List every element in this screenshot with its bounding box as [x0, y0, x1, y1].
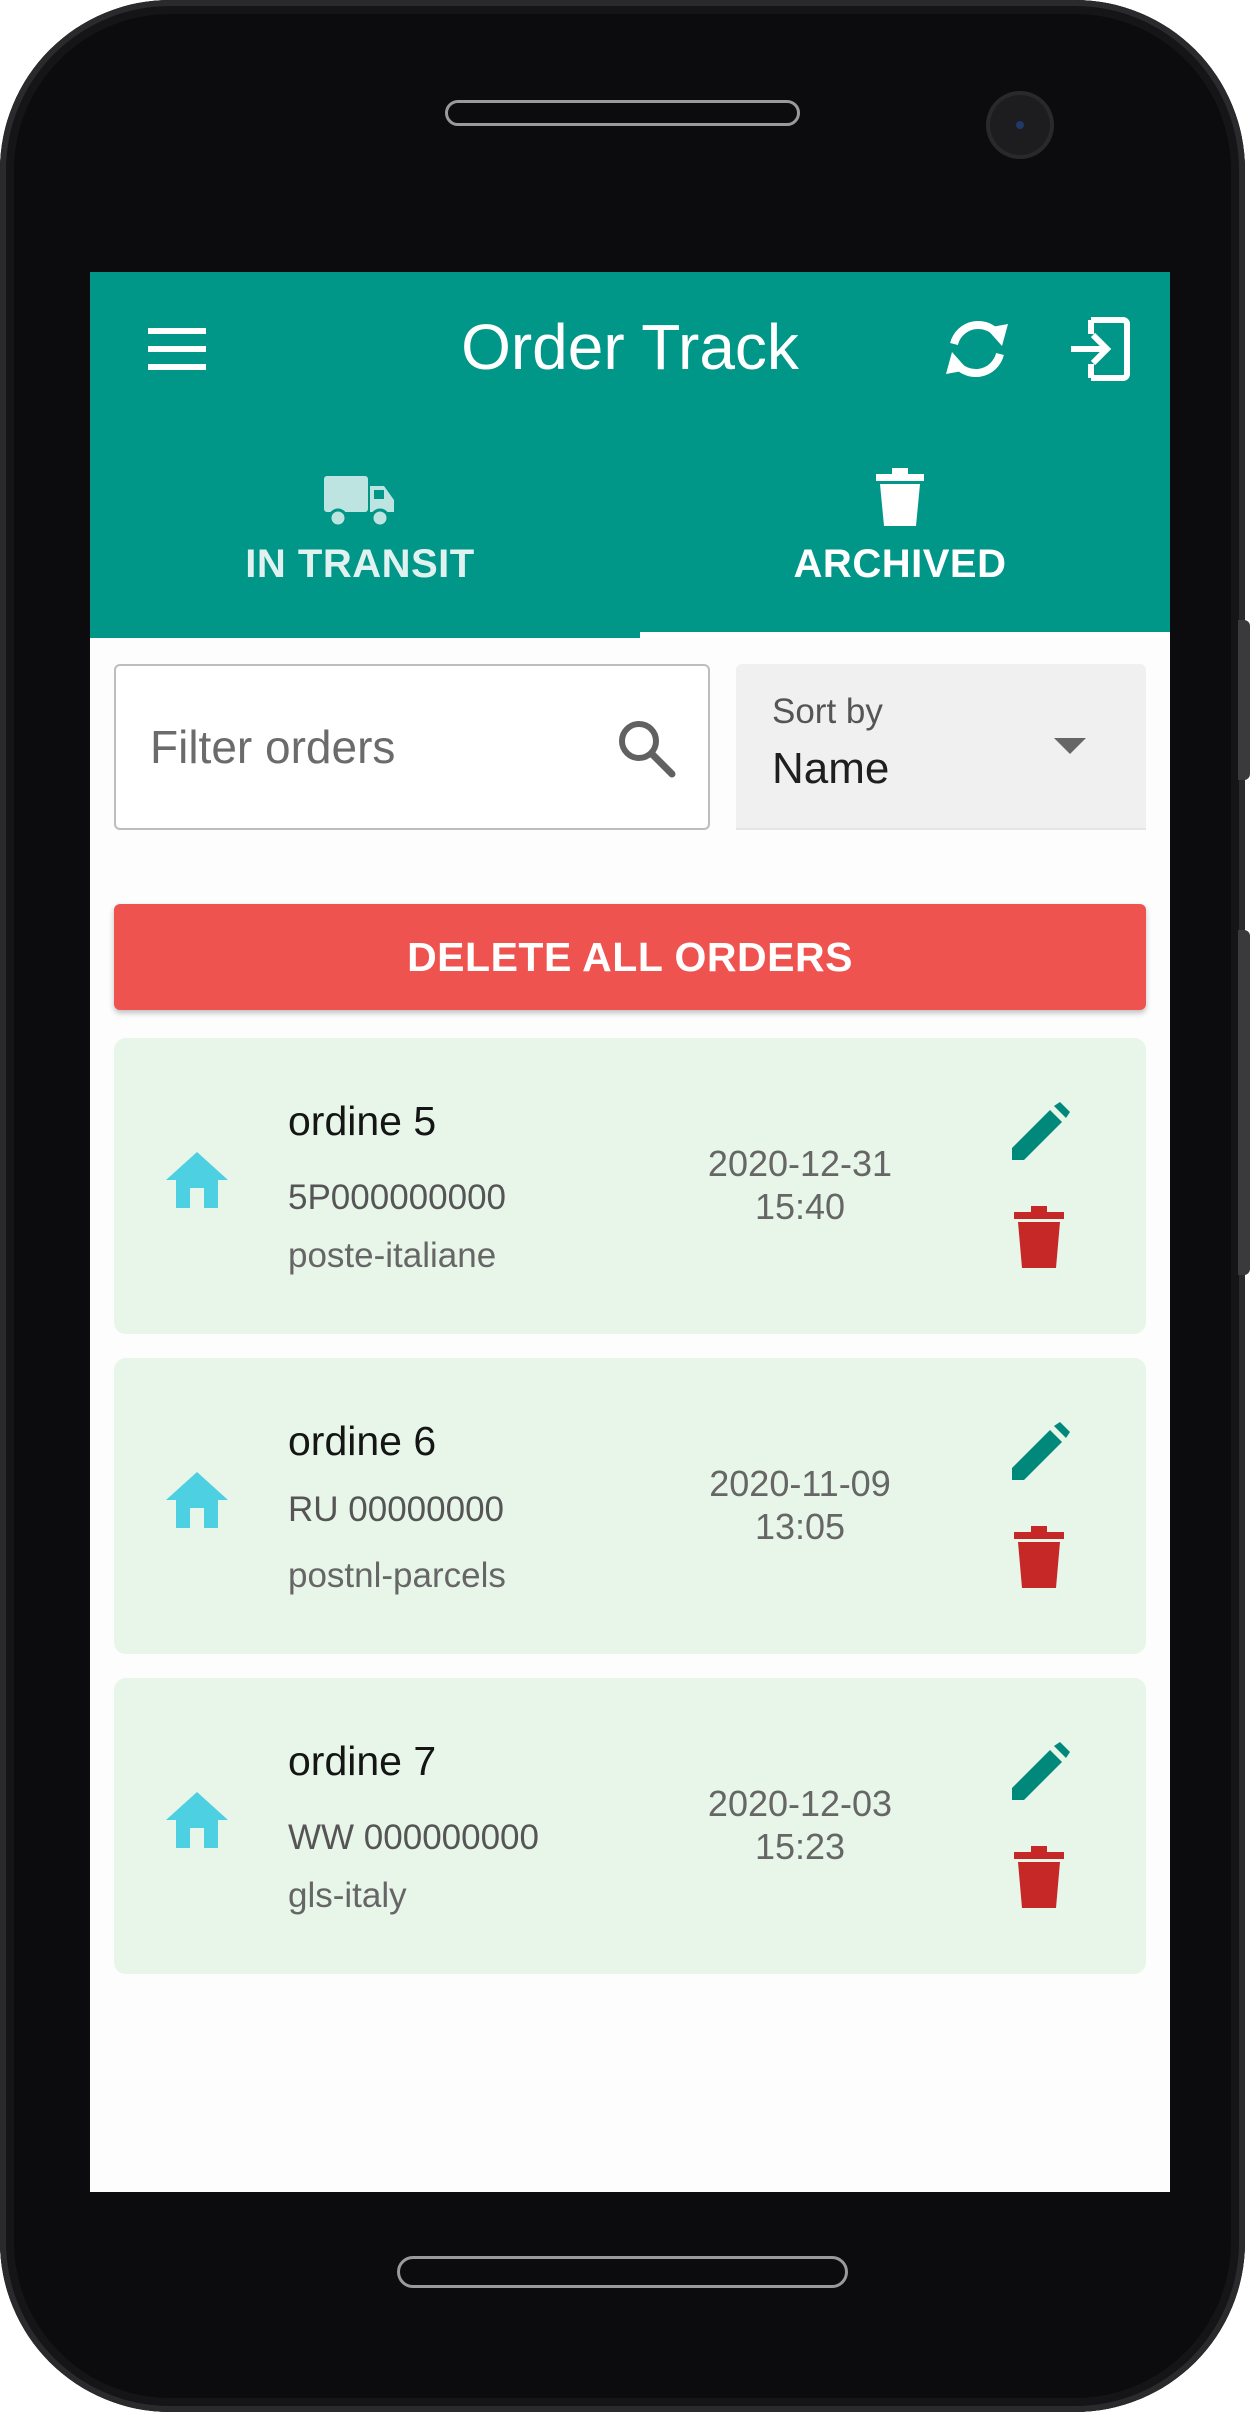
sort-select[interactable]: Sort by Name — [736, 664, 1146, 830]
tracking-code: RU 00000000 — [288, 1490, 504, 1529]
tracking-code: 5P000000000 — [288, 1178, 506, 1217]
home-bar[interactable] — [397, 2256, 848, 2288]
tab-in-transit[interactable]: IN TRANSIT — [90, 462, 630, 638]
carrier-name: gls-italy — [288, 1876, 407, 1915]
edit-icon[interactable] — [1008, 1422, 1070, 1484]
sort-value: Name — [772, 744, 890, 793]
truck-icon — [324, 476, 394, 528]
delete-icon[interactable] — [1014, 1846, 1064, 1908]
order-card[interactable]: ordine 5 5P000000000 poste-italiane 2020… — [114, 1038, 1146, 1334]
filter-input[interactable] — [148, 706, 572, 788]
order-date: 2020-11-09 — [709, 1463, 891, 1504]
app-screen: Order Track IN TRANSIT ARCHIVED Filter o… — [90, 272, 1170, 2192]
home-icon — [166, 1792, 228, 1848]
dropdown-arrow-icon[interactable] — [1050, 734, 1090, 758]
home-icon — [166, 1472, 228, 1528]
home-icon — [166, 1152, 228, 1208]
trash-icon — [876, 468, 924, 526]
front-camera — [986, 91, 1054, 159]
logout-icon[interactable] — [1065, 316, 1131, 382]
filter-field[interactable] — [114, 664, 710, 830]
search-icon[interactable] — [616, 718, 676, 778]
edit-icon[interactable] — [1008, 1102, 1070, 1164]
carrier-name: postnl-parcels — [288, 1556, 506, 1595]
delete-all-orders-button[interactable]: DELETE ALL ORDERS — [114, 904, 1146, 1010]
tab-archived[interactable]: ARCHIVED — [630, 462, 1170, 638]
order-name: ordine 7 — [288, 1738, 437, 1784]
order-name: ordine 5 — [288, 1098, 437, 1144]
sort-label: Sort by — [772, 692, 883, 731]
order-name: ordine 6 — [288, 1418, 437, 1464]
carrier-name: poste-italiane — [288, 1236, 497, 1275]
order-datetime: 2020-11-09 13:05 — [684, 1462, 916, 1548]
earpiece-speaker — [445, 100, 800, 126]
refresh-icon[interactable] — [942, 314, 1012, 384]
order-date: 2020-12-03 — [707, 1783, 893, 1824]
tab-label: ARCHIVED — [793, 542, 1007, 586]
order-datetime: 2020-12-03 15:23 — [684, 1782, 916, 1868]
power-button — [1238, 930, 1250, 1275]
delete-icon[interactable] — [1014, 1526, 1064, 1588]
order-card[interactable]: ordine 6 RU 00000000 postnl-parcels 2020… — [114, 1358, 1146, 1654]
order-date: 2020-12-31 — [707, 1143, 893, 1184]
order-datetime: 2020-12-31 15:40 — [684, 1142, 916, 1228]
phone-frame: Order Track IN TRANSIT ARCHIVED Filter o… — [0, 0, 1250, 2412]
order-card[interactable]: ordine 7 WW 000000000 gls-italy 2020-12-… — [114, 1678, 1146, 1974]
tracking-code: WW 000000000 — [288, 1818, 539, 1857]
volume-button — [1238, 620, 1250, 780]
order-time: 15:23 — [754, 1826, 846, 1867]
app-bar: Order Track IN TRANSIT ARCHIVED — [90, 272, 1170, 638]
delete-icon[interactable] — [1014, 1206, 1064, 1268]
tab-indicator — [640, 632, 1170, 638]
edit-icon[interactable] — [1008, 1742, 1070, 1804]
order-time: 15:40 — [754, 1186, 846, 1227]
tab-label: IN TRANSIT — [245, 542, 475, 586]
order-time: 13:05 — [754, 1506, 846, 1547]
